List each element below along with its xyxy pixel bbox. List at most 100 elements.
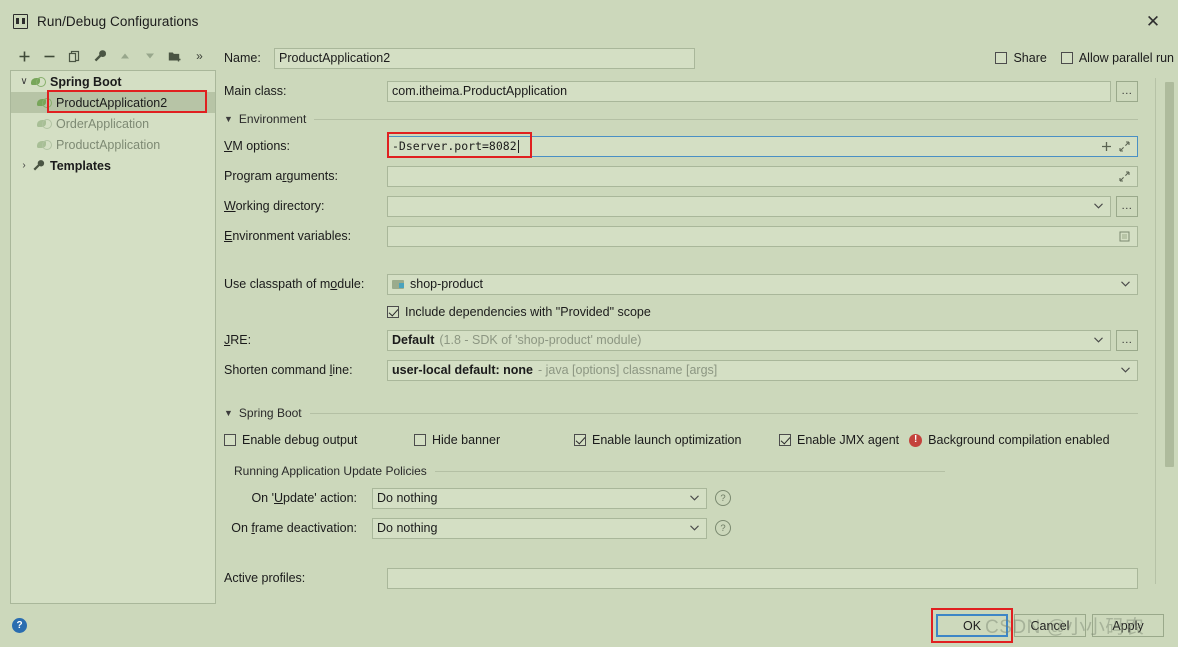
environment-section-header[interactable]: ▼ Environment: [224, 112, 1138, 126]
share-checkbox-row[interactable]: Share: [995, 51, 1047, 65]
enable-launch-optimization-checkbox[interactable]: [574, 434, 586, 446]
chevron-down-icon[interactable]: [686, 495, 702, 501]
main-class-input[interactable]: com.itheima.ProductApplication: [387, 80, 1111, 102]
chevron-right-icon[interactable]: ›: [17, 159, 31, 173]
environment-variables-row: Environment variables:: [224, 224, 1138, 248]
configuration-settings-panel: Name: ProductApplication2 Share Allow pa…: [216, 42, 1178, 604]
help-icon[interactable]: ?: [12, 618, 27, 633]
tree-node-orderapplication[interactable]: OrderApplication: [11, 113, 215, 134]
vm-options-row: VM options: -Dserver.port=8082: [224, 132, 1138, 158]
classpath-module-row: Use classpath of module: shop-product: [224, 272, 1138, 296]
chevron-down-icon[interactable]: [1117, 367, 1133, 373]
include-provided-checkbox[interactable]: [387, 306, 399, 318]
section-divider: [314, 118, 1138, 120]
panel-divider: [1155, 78, 1156, 584]
apply-button[interactable]: Apply: [1092, 614, 1164, 637]
enable-debug-output-checkbox-row[interactable]: Enable debug output: [224, 433, 414, 447]
enable-debug-output-checkbox[interactable]: [224, 434, 236, 446]
chevron-down-icon[interactable]: ▼: [224, 408, 233, 418]
jre-browse-button[interactable]: ...: [1116, 329, 1138, 351]
allow-parallel-run-checkbox[interactable]: [1060, 52, 1073, 64]
spring-boot-section-header[interactable]: ▼ Spring Boot: [224, 406, 1138, 420]
tree-node-templates[interactable]: › Templates: [11, 155, 215, 176]
name-input[interactable]: ProductApplication2: [274, 47, 696, 69]
allow-parallel-run-label: Allow parallel run: [1078, 51, 1175, 65]
chevron-down-icon[interactable]: [1090, 203, 1106, 209]
tree-node-spring-boot[interactable]: ∨ Spring Boot: [11, 71, 215, 92]
configurations-panel: » ∨ Spring Boot ProductApplication2 Orde…: [0, 42, 216, 604]
main-class-row: Main class: com.itheima.ProductApplicati…: [224, 79, 1138, 103]
remove-configuration-button[interactable]: [37, 44, 62, 68]
question-icon[interactable]: ?: [715, 520, 731, 536]
move-up-icon[interactable]: [112, 44, 137, 68]
cancel-button[interactable]: Cancel: [1014, 614, 1086, 637]
update-policies-section-header: Running Application Update Policies: [234, 464, 1138, 478]
jre-row: JRE: Default (1.8 - SDK of 'shop-product…: [224, 328, 1138, 352]
classpath-module-select[interactable]: shop-product: [387, 273, 1138, 295]
chevron-down-icon[interactable]: [686, 525, 702, 531]
copy-configuration-icon[interactable]: [62, 44, 87, 68]
ok-button[interactable]: OK: [936, 614, 1008, 637]
main-class-browse-button[interactable]: ...: [1116, 80, 1138, 102]
enable-jmx-agent-checkbox-row[interactable]: Enable JMX agent: [779, 433, 899, 447]
active-profiles-input[interactable]: [387, 567, 1138, 589]
program-arguments-input[interactable]: [387, 165, 1138, 187]
question-icon[interactable]: ?: [715, 490, 731, 506]
spring-boot-icon: [37, 138, 52, 152]
enable-launch-optimization-checkbox-row[interactable]: Enable launch optimization: [574, 433, 779, 447]
tree-node-productapplication2[interactable]: ProductApplication2: [11, 92, 215, 113]
on-frame-deactivation-select[interactable]: Do nothing: [372, 517, 707, 539]
tree-node-label: Templates: [50, 158, 111, 173]
program-arguments-row: Program arguments:: [224, 164, 1138, 188]
environment-variables-label: Environment variables:: [224, 229, 352, 243]
more-options-icon[interactable]: »: [187, 44, 212, 68]
background-compilation-warning: Background compilation enabled: [928, 433, 1110, 447]
section-divider: [309, 412, 1138, 414]
shorten-command-line-select[interactable]: user-local default: none - java [options…: [387, 359, 1138, 381]
include-provided-checkbox-row[interactable]: Include dependencies with "Provided" sco…: [387, 305, 651, 319]
working-directory-browse-button[interactable]: ...: [1116, 195, 1138, 217]
add-configuration-button[interactable]: [12, 44, 37, 68]
tree-node-label: ProductApplication: [56, 137, 161, 152]
on-update-action-select[interactable]: Do nothing: [372, 487, 707, 509]
tree-node-productapplication[interactable]: ProductApplication: [11, 134, 215, 155]
chevron-down-icon[interactable]: [1090, 337, 1106, 343]
on-frame-deactivation-value: Do nothing: [377, 521, 438, 535]
ok-button-wrapper: OK: [931, 608, 1013, 643]
new-folder-icon[interactable]: [162, 44, 187, 68]
scrollbar-thumb[interactable]: [1165, 82, 1174, 467]
edit-templates-wrench-icon[interactable]: [87, 44, 112, 68]
module-icon: [392, 279, 405, 290]
jre-value-hint: (1.8 - SDK of 'shop-product' module): [439, 333, 642, 347]
shorten-command-line-value: user-local default: none: [392, 363, 533, 377]
expand-icon[interactable]: [1115, 140, 1133, 152]
update-policies-caption: Running Application Update Policies: [234, 464, 427, 478]
chevron-down-icon[interactable]: ▼: [224, 114, 233, 124]
enable-jmx-agent-checkbox[interactable]: [779, 434, 791, 446]
chevron-down-icon[interactable]: ∨: [17, 75, 31, 89]
jre-value: Default: [392, 333, 435, 347]
spring-boot-caption: Spring Boot: [238, 406, 302, 420]
plus-icon[interactable]: [1097, 141, 1115, 152]
configuration-tree[interactable]: ∨ Spring Boot ProductApplication2 OrderA…: [10, 70, 216, 604]
wrench-icon: [31, 159, 46, 173]
close-icon[interactable]: ✕: [1140, 8, 1166, 34]
hide-banner-checkbox-row[interactable]: Hide banner: [414, 433, 574, 447]
hide-banner-checkbox[interactable]: [414, 434, 426, 446]
spring-boot-options-row: Enable debug output Hide banner Enable l…: [224, 428, 1138, 452]
chevron-down-icon[interactable]: [1117, 281, 1133, 287]
working-directory-input[interactable]: [387, 195, 1111, 217]
share-checkbox[interactable]: [995, 52, 1008, 64]
jre-select[interactable]: Default (1.8 - SDK of 'shop-product' mod…: [387, 329, 1111, 351]
allow-parallel-run-checkbox-row[interactable]: Allow parallel run: [1060, 51, 1175, 65]
on-update-action-row: On 'Update' action: Do nothing ?: [224, 486, 1138, 510]
move-down-icon[interactable]: [137, 44, 162, 68]
environment-variables-input[interactable]: [387, 225, 1138, 247]
dialog-footer: ? OK Cancel Apply: [0, 604, 1178, 647]
settings-scrollbar[interactable]: [1165, 82, 1174, 552]
vm-options-input[interactable]: -Dserver.port=8082: [387, 135, 1138, 157]
tree-node-label: Spring Boot: [50, 74, 122, 89]
edit-table-icon[interactable]: [1115, 231, 1133, 242]
expand-icon[interactable]: [1115, 170, 1133, 182]
footer-buttons: OK Cancel Apply: [931, 608, 1164, 643]
